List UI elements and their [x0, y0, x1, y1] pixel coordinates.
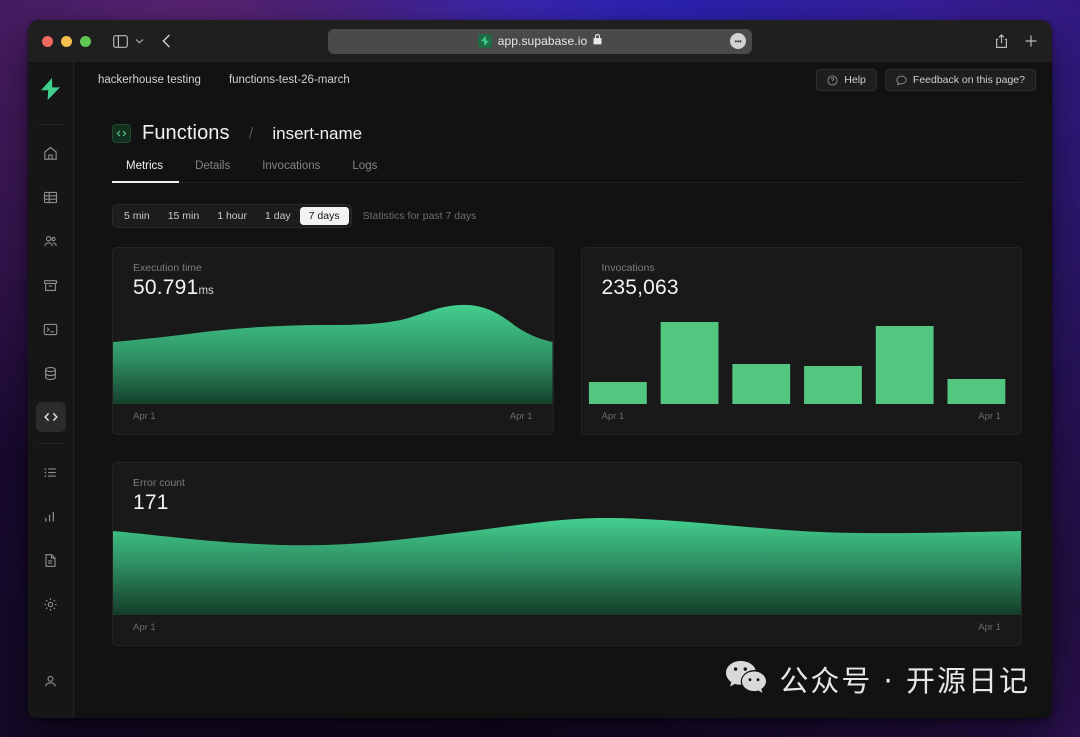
bar-series	[588, 322, 1005, 404]
chevron-down-icon[interactable]	[135, 38, 144, 44]
card-label: Invocations	[601, 262, 655, 274]
invocations-axis: Apr 1 Apr 1	[582, 411, 1022, 434]
breadcrumb-organization[interactable]: hackerhouse testing	[84, 74, 215, 86]
extension-badge-icon[interactable]: •••	[730, 33, 746, 49]
sidebar-item-storage[interactable]	[36, 270, 66, 300]
function-name: insert-name	[272, 123, 363, 143]
browser-toolbar: app.supabase.io •••	[28, 20, 1052, 62]
card-label: Execution time	[133, 262, 202, 274]
supabase-favicon-icon	[477, 34, 492, 48]
error-count-axis: Apr 1 Apr 1	[113, 622, 1021, 645]
axis-label-left: Apr 1	[133, 622, 156, 633]
watermark-text: 公众号 · 开源日记	[779, 664, 1030, 698]
card-value: 235,063	[582, 274, 1022, 300]
sidebar-item-reports[interactable]	[36, 501, 66, 531]
axis-label-right: Apr 1	[978, 622, 1001, 633]
card-value-number: 235,063	[601, 276, 679, 299]
sidebar-item-functions[interactable]	[35, 402, 66, 432]
back-button[interactable]	[162, 34, 171, 48]
axis-label-left: Apr 1	[601, 411, 625, 422]
help-label: Help	[844, 74, 866, 86]
share-icon[interactable]	[995, 33, 1008, 49]
axis-label-left: Apr 1	[133, 411, 156, 422]
feedback-button[interactable]: Feedback on this page?	[884, 69, 1036, 91]
app-header-bar: hackerhouse testing functions-test-26-ma…	[74, 62, 1052, 98]
app-container: hackerhouse testing functions-test-26-ma…	[28, 62, 1052, 718]
card-value-number: 171	[133, 491, 169, 514]
card-value-number: 50.791	[133, 276, 199, 299]
tab-invocations[interactable]: Invocations	[246, 160, 336, 183]
rail-divider-2	[37, 443, 64, 444]
help-button[interactable]: Help	[816, 69, 877, 91]
message-icon	[896, 75, 907, 86]
time-range-5min[interactable]: 5 min	[115, 207, 159, 225]
time-range-7days[interactable]: 7 days	[299, 207, 349, 225]
axis-label-right: Apr 1	[509, 411, 533, 422]
title-separator: /	[248, 123, 254, 143]
question-circle-icon	[827, 74, 838, 86]
card-invocations: Invocations 235,063 Apr 1 Apr 1	[580, 247, 1022, 435]
sidebar-rail	[28, 62, 74, 718]
time-range-1hour[interactable]: 1 hour	[208, 207, 256, 225]
breadcrumb: hackerhouse testing functions-test-26-ma…	[84, 74, 364, 86]
card-value: 171	[113, 489, 1021, 515]
tab-logs[interactable]: Logs	[336, 160, 393, 183]
address-bar[interactable]: app.supabase.io •••	[328, 28, 752, 54]
page-title-text: Functions	[142, 122, 230, 144]
error-count-chart[interactable]	[113, 515, 1021, 615]
supabase-logo-icon[interactable]	[39, 76, 63, 102]
content-area: Functions / insert-name Metrics Details …	[74, 98, 1052, 718]
card-label: Error count	[133, 477, 185, 489]
minimize-window-button[interactable]	[61, 35, 72, 47]
sidebar-item-api[interactable]	[36, 457, 66, 487]
card-value: 50.791ms	[113, 274, 553, 300]
close-window-button[interactable]	[42, 35, 53, 47]
axis-label-right: Apr 1	[978, 411, 1001, 422]
watermark: 公众号 · 开源日记	[725, 658, 1030, 700]
tab-metrics[interactable]: Metrics	[112, 160, 180, 183]
card-value-unit: ms	[198, 285, 214, 297]
sidebar-item-settings[interactable]	[36, 589, 66, 619]
page-title: Functions / insert-name	[112, 122, 1022, 145]
app-header-actions: Help Feedback on this page?	[816, 69, 1036, 91]
time-range-row: 5 min 15 min 1 hour 1 day 7 days Statist…	[112, 204, 1022, 228]
execution-time-chart[interactable]	[113, 300, 553, 404]
window-controls	[42, 35, 91, 47]
time-range-note: Statistics for past 7 days	[362, 210, 477, 222]
sidebar-item-database[interactable]	[36, 358, 66, 388]
card-execution-time: Execution time 50.791ms Apr 1 Apr 1	[112, 247, 554, 435]
sidebar-item-sql-editor[interactable]	[36, 314, 66, 344]
maximize-window-button[interactable]	[80, 35, 91, 47]
main-content: hackerhouse testing functions-test-26-ma…	[74, 62, 1052, 718]
execution-time-axis: Apr 1 Apr 1	[113, 411, 553, 434]
time-range-1day[interactable]: 1 day	[256, 207, 300, 225]
code-brackets-icon	[112, 124, 131, 143]
metrics-grid: Execution time 50.791ms Apr 1 Apr 1 Invo…	[112, 247, 1022, 646]
lock-icon	[593, 34, 602, 48]
invocations-chart[interactable]	[582, 300, 1022, 404]
rail-divider	[37, 124, 64, 125]
tab-details[interactable]: Details	[179, 160, 246, 183]
time-range-15min[interactable]: 15 min	[159, 207, 209, 225]
sidebar-item-authentication[interactable]	[36, 226, 66, 256]
url-text: app.supabase.io	[497, 34, 588, 48]
breadcrumb-project[interactable]: functions-test-26-march	[215, 74, 364, 86]
card-error-count: Error count 171 Apr 1 Apr 1	[112, 462, 1022, 646]
wechat-icon	[725, 659, 767, 700]
plus-icon[interactable]	[1024, 34, 1038, 48]
feedback-label: Feedback on this page?	[912, 74, 1025, 86]
sidebar-toggle-icon[interactable]	[113, 34, 128, 48]
sidebar-item-account[interactable]	[36, 666, 66, 696]
sidebar-item-logs[interactable]	[36, 545, 66, 575]
toolbar-actions	[995, 33, 1038, 49]
sidebar-item-table-editor[interactable]	[36, 182, 66, 212]
browser-window: app.supabase.io ••• hackerhouse testing …	[28, 20, 1052, 718]
sidebar-item-home[interactable]	[36, 138, 66, 168]
time-range-selector: 5 min 15 min 1 hour 1 day 7 days	[112, 204, 352, 228]
tab-bar: Metrics Details Invocations Logs	[112, 160, 1022, 183]
